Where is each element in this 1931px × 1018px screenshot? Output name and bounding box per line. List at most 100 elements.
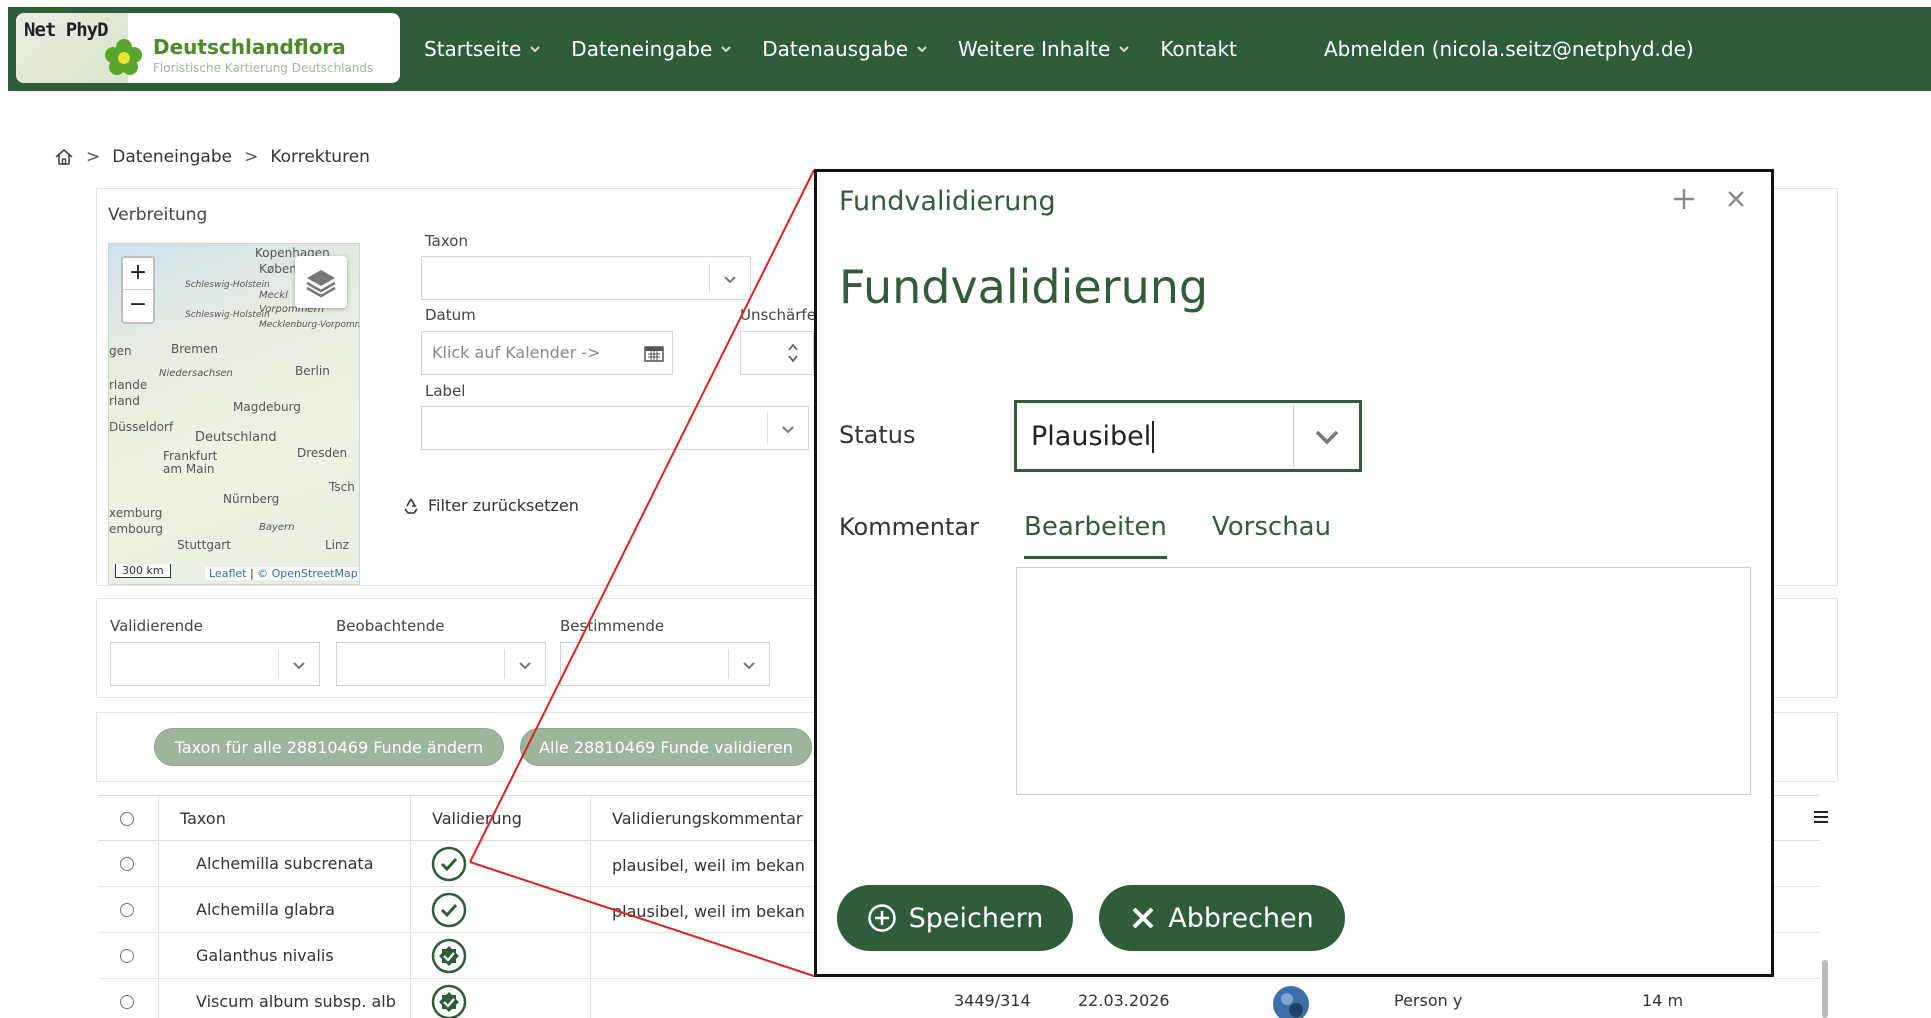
- row-checkbox[interactable]: [120, 995, 134, 1009]
- chevron-down-icon: [530, 46, 541, 53]
- chevron-down-icon: [721, 46, 731, 53]
- nav-datenausgabe[interactable]: Datenausgabe: [762, 37, 928, 61]
- unschaerfe-stepper[interactable]: [740, 331, 814, 375]
- map-place-label: Tsch: [329, 480, 355, 494]
- taxon-cell: Galanthus nivalis: [196, 946, 334, 965]
- datum-input[interactable]: Klick auf Kalender ->: [421, 331, 673, 375]
- reset-filter-label: Filter zurücksetzen: [428, 496, 579, 515]
- map-place-label: embourg: [109, 522, 163, 536]
- row-checkbox[interactable]: [120, 857, 134, 871]
- map-place-label: rland: [109, 394, 140, 408]
- plus-circle-icon: [867, 904, 896, 932]
- nav-label: Datenausgabe: [762, 37, 909, 61]
- save-button[interactable]: Speichern: [837, 885, 1073, 951]
- cancel-button[interactable]: Abbrechen: [1099, 885, 1345, 951]
- check-circle-icon[interactable]: [430, 891, 468, 929]
- calendar-icon[interactable]: [644, 344, 664, 362]
- site-logo[interactable]: Net PhyD Deutschlandflora Floristische K…: [16, 13, 400, 83]
- home-icon[interactable]: [54, 148, 74, 166]
- badge-check-icon[interactable]: [430, 937, 468, 975]
- table-row[interactable]: Viscum album subsp. alb 3449/314 22.03.2…: [98, 979, 1820, 1018]
- text-cursor: [1152, 421, 1154, 453]
- recycle-icon: [404, 498, 418, 514]
- main-nav: Startseite Dateneingabe Datenausgabe Wei…: [424, 7, 1267, 91]
- bestimmende-select[interactable]: [560, 642, 770, 686]
- select-all-checkbox[interactable]: [120, 812, 134, 826]
- nav-weitere-inhalte[interactable]: Weitere Inhalte: [958, 37, 1130, 61]
- column-header-taxon[interactable]: Taxon: [180, 809, 226, 828]
- map-place-label: Deutschland: [195, 430, 277, 445]
- chevron-down-icon[interactable]: [1313, 425, 1341, 449]
- flower-icon: [105, 39, 142, 75]
- map-place-label: Düsseldorf: [109, 420, 174, 434]
- stepper-arrows-icon: [788, 343, 798, 363]
- nav-startseite[interactable]: Startseite: [424, 37, 541, 61]
- comment-textarea[interactable]: [1016, 567, 1751, 795]
- chevron-down-icon: [917, 46, 927, 53]
- select-divider: [709, 263, 710, 293]
- taxon-cell: Alchemilla subcrenata: [196, 854, 374, 873]
- beobachtende-label: Beobachtende: [336, 617, 445, 635]
- breadcrumb-dateneingabe[interactable]: Dateneingabe: [112, 147, 232, 167]
- distribution-map[interactable]: Kopenhagen Køben Schleswig-Holstein Meck…: [108, 243, 360, 585]
- map-place-label: Niedersachsen: [159, 368, 233, 379]
- map-zoom-control: + −: [121, 256, 155, 324]
- badge-check-icon[interactable]: [430, 983, 468, 1018]
- nav-kontakt[interactable]: Kontakt: [1160, 37, 1237, 61]
- plus-icon[interactable]: [1671, 186, 1697, 212]
- map-place-label: Schleswig-Holstein: [185, 280, 270, 290]
- logo-title: Deutschlandflora: [153, 35, 346, 59]
- validierende-select[interactable]: [110, 642, 320, 686]
- chevron-down-icon: [293, 662, 305, 670]
- reset-filter-button[interactable]: Filter zurücksetzen: [402, 496, 579, 515]
- column-menu-icon[interactable]: [1812, 808, 1830, 826]
- chevron-down-icon: [782, 426, 794, 434]
- bestimmende-label: Bestimmende: [560, 617, 665, 635]
- logout-link[interactable]: Abmelden (nicola.seitz@netphyd.de): [1324, 7, 1694, 91]
- check-circle-icon[interactable]: [430, 845, 468, 883]
- map-place-label: Meckl: [259, 290, 288, 301]
- select-divider: [278, 649, 279, 679]
- layers-button[interactable]: [295, 256, 347, 308]
- status-select[interactable]: Plausibel: [1014, 400, 1362, 472]
- tab-bearbeiten[interactable]: Bearbeiten: [1024, 512, 1167, 559]
- photo-thumbnail[interactable]: [1272, 985, 1310, 1018]
- map-place-label: Mecklenburg-Vorpommern: [259, 320, 359, 330]
- validierende-label: Validierende: [110, 617, 203, 635]
- column-header-kommentar[interactable]: Validierungskommentar: [612, 809, 803, 828]
- map-place-label: Nürnberg: [223, 492, 280, 506]
- person-cell: Person y: [1394, 991, 1463, 1010]
- map-place-label: Bremen: [171, 342, 218, 356]
- chevron-down-icon: [1119, 46, 1130, 53]
- beobachtende-select[interactable]: [336, 642, 546, 686]
- taxon-filter-label: Taxon: [425, 232, 468, 250]
- change-taxon-all-button[interactable]: Taxon für alle 28810469 Funde ändern: [154, 728, 504, 766]
- nav-dateneingabe[interactable]: Dateneingabe: [571, 37, 732, 61]
- validate-all-button[interactable]: Alle 28810469 Funde validieren: [520, 728, 812, 766]
- dialog-title: Fundvalidierung: [839, 260, 1209, 314]
- row-checkbox[interactable]: [120, 949, 134, 963]
- table-scrollbar[interactable]: [1822, 960, 1828, 1018]
- zoom-in-button[interactable]: +: [123, 258, 153, 290]
- nav-label: Weitere Inhalte: [958, 37, 1111, 61]
- map-place-label: Berlin: [295, 364, 330, 378]
- row-checkbox[interactable]: [120, 903, 134, 917]
- map-place-label: Linz: [325, 538, 349, 552]
- label-filter-select[interactable]: [421, 406, 809, 450]
- validation-dialog: Fundvalidierung Fundvalidierung Status P…: [814, 169, 1774, 977]
- unschaerfe-label: Unschärfe: [740, 306, 816, 324]
- close-icon[interactable]: [1725, 188, 1747, 210]
- breadcrumb: > Dateneingabe > Korrekturen: [54, 147, 370, 167]
- select-divider: [767, 413, 768, 443]
- map-place-label: Bayern: [259, 522, 295, 533]
- tab-vorschau[interactable]: Vorschau: [1212, 512, 1331, 556]
- column-header-validierung[interactable]: Validierung: [432, 809, 522, 828]
- taxon-filter-select[interactable]: [421, 256, 751, 300]
- leaflet-link[interactable]: Leaflet: [209, 567, 246, 580]
- osm-link[interactable]: © OpenStreetMap: [257, 567, 358, 580]
- map-place-label: Magdeburg: [233, 400, 301, 414]
- zoom-out-button[interactable]: −: [123, 290, 153, 322]
- breadcrumb-korrekturen: Korrekturen: [270, 147, 370, 167]
- precision-cell: 14 m: [1642, 991, 1684, 1010]
- map-place-label: Schleswig-Holstein: [185, 310, 270, 320]
